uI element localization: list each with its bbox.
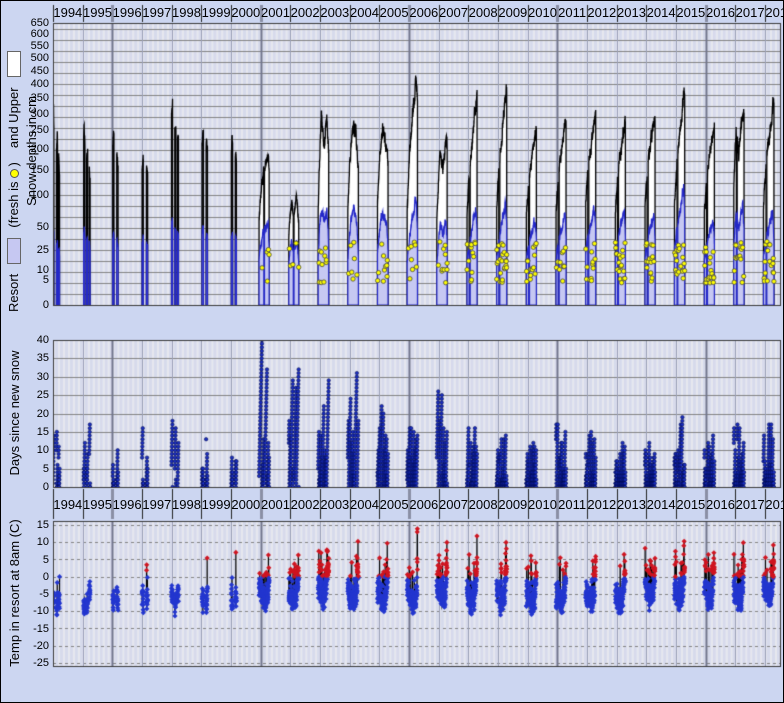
- year-label: 1994: [53, 497, 83, 512]
- days-ytick: 5: [15, 463, 49, 475]
- year-label: 2016: [706, 5, 736, 20]
- year-label: 2011: [557, 5, 587, 20]
- year-label: 2007: [439, 5, 469, 20]
- year-label: 1998: [172, 5, 202, 20]
- year-label: 2002: [290, 5, 320, 20]
- year-label: 2004: [350, 5, 380, 20]
- temp-ytick: -15: [15, 623, 49, 635]
- snow-ytick: 0: [15, 299, 49, 311]
- year-label: 2001: [261, 497, 291, 512]
- chart-canvas: [1, 1, 784, 703]
- snow-ytick: 550: [15, 40, 49, 52]
- year-label: 2011: [557, 497, 587, 512]
- year-label: 2014: [646, 497, 676, 512]
- year-label: 2002: [290, 497, 320, 512]
- year-label: 1999: [201, 497, 231, 512]
- year-label: 2005: [379, 497, 409, 512]
- snow-ytick: 25: [15, 244, 49, 256]
- temp-ytick: -5: [15, 588, 49, 600]
- year-label: 1995: [83, 5, 113, 20]
- year-label: 2006: [409, 5, 439, 20]
- year-label: 2000: [231, 497, 261, 512]
- snow-ytick: 200: [15, 143, 49, 155]
- year-label: 2009: [498, 5, 528, 20]
- snow-ytick: 450: [15, 65, 49, 77]
- year-label: 2018: [765, 5, 784, 20]
- year-label: 2012: [587, 497, 617, 512]
- year-label: 1995: [83, 497, 113, 512]
- year-label: 2014: [646, 5, 676, 20]
- days-ytick: 20: [15, 408, 49, 420]
- temp-ytick: -20: [15, 640, 49, 652]
- year-label: 2006: [409, 497, 439, 512]
- year-label: 2000: [231, 5, 261, 20]
- year-label: 2008: [468, 497, 498, 512]
- days-ytick: 25: [15, 389, 49, 401]
- year-label: 2007: [439, 497, 469, 512]
- year-label: 2010: [528, 497, 558, 512]
- snow-history-chart: Resort(fresh is)and Upper Snow depths in…: [0, 0, 784, 703]
- year-label: 2015: [676, 5, 706, 20]
- year-label: 2009: [498, 497, 528, 512]
- temp-ytick: -10: [15, 605, 49, 617]
- year-label: 2018: [765, 497, 784, 512]
- days-ytick: 40: [15, 334, 49, 346]
- snow-ytick: 250: [15, 124, 49, 136]
- year-label: 2001: [261, 5, 291, 20]
- year-label: 1997: [142, 497, 172, 512]
- year-label: 1996: [112, 5, 142, 20]
- snow-ytick: 600: [15, 28, 49, 40]
- year-label: 2017: [735, 5, 765, 20]
- snow-ytick: 100: [15, 189, 49, 201]
- year-label: 2005: [379, 5, 409, 20]
- year-label: 2015: [676, 497, 706, 512]
- year-label: 2012: [587, 5, 617, 20]
- year-label: 1994: [53, 5, 83, 20]
- year-label: 2003: [320, 497, 350, 512]
- temp-ytick: 0: [15, 571, 49, 583]
- temp-ytick: 5: [15, 554, 49, 566]
- year-label: 2013: [617, 5, 647, 20]
- temp-ytick: 10: [15, 536, 49, 548]
- snow-ytick: 500: [15, 52, 49, 64]
- year-label: 2003: [320, 5, 350, 20]
- snow-ytick: 350: [15, 92, 49, 104]
- year-label: 2016: [706, 497, 736, 512]
- days-ytick: 35: [15, 352, 49, 364]
- year-label: 1996: [112, 497, 142, 512]
- snow-ytick: 150: [15, 164, 49, 176]
- days-ytick: 0: [15, 481, 49, 493]
- year-label: 2017: [735, 497, 765, 512]
- snow-ytick: 5: [15, 274, 49, 286]
- year-label: 2004: [350, 497, 380, 512]
- temp-ytick: -25: [15, 657, 49, 669]
- year-label: 1999: [201, 5, 231, 20]
- snow-ytick: 300: [15, 108, 49, 120]
- days-ytick: 10: [15, 444, 49, 456]
- days-ytick: 30: [15, 371, 49, 383]
- year-label: 2008: [468, 5, 498, 20]
- year-label: 2013: [617, 497, 647, 512]
- year-label: 1997: [142, 5, 172, 20]
- snow-ytick: 400: [15, 78, 49, 90]
- year-label: 2010: [528, 5, 558, 20]
- year-label: 1998: [172, 497, 202, 512]
- days-ytick: 15: [15, 426, 49, 438]
- temp-ytick: 15: [15, 519, 49, 531]
- snow-ytick: 50: [15, 221, 49, 233]
